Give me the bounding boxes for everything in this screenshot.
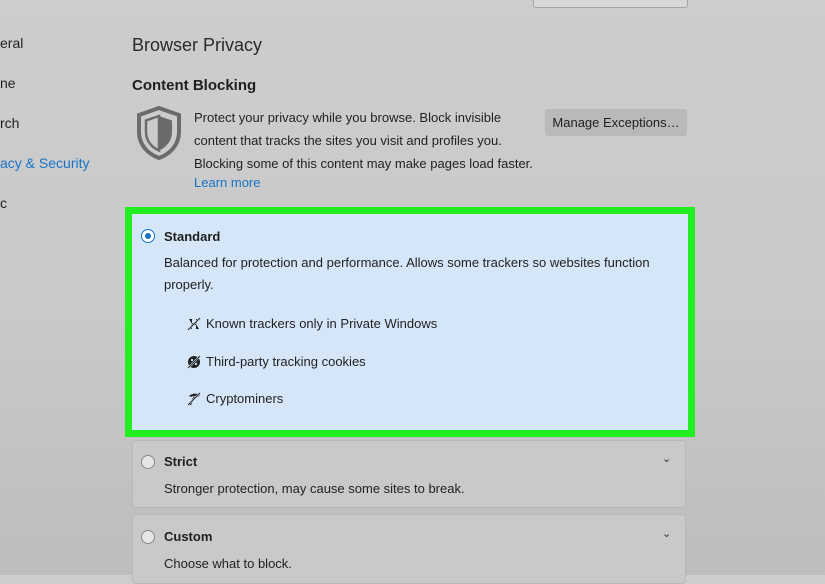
tracker-item-third-party-cookies: Third-party tracking cookies [187, 354, 366, 369]
chevron-down-icon[interactable]: ⌄ [662, 527, 671, 540]
cryptominer-icon [187, 391, 201, 406]
tracker-label: Known trackers only in Private Windows [206, 316, 438, 331]
tracker-label: Third-party tracking cookies [206, 354, 366, 369]
strict-radio[interactable] [141, 455, 155, 469]
tracker-label: Cryptominers [206, 391, 284, 406]
standard-description: Balanced for protection and performance.… [164, 252, 674, 296]
chevron-down-icon[interactable]: ⌄ [662, 452, 671, 465]
description-line: Blocking some of this content may make p… [194, 156, 533, 171]
tracker-item-cryptominers: Cryptominers [187, 391, 283, 406]
content-blocking-description: Protect your privacy while you browse. B… [194, 106, 539, 175]
sidebar-item-label: acy & Security [0, 155, 90, 171]
top-dropdown-box[interactable] [533, 0, 688, 8]
standard-radio[interactable] [141, 229, 155, 243]
custom-radio[interactable] [141, 530, 155, 544]
sidebar-item-label: c [0, 195, 7, 211]
standard-title: Standard [164, 229, 221, 244]
shield-icon [135, 105, 183, 161]
manage-exceptions-button[interactable]: Manage Exceptions… [545, 109, 687, 136]
learn-more-link[interactable]: Learn more [194, 175, 260, 190]
description-line: Protect your privacy while you browse. B… [194, 110, 502, 125]
sidebar-item-search[interactable]: rch [0, 115, 19, 131]
cookie-blocked-icon [187, 354, 201, 369]
page-title: Browser Privacy [132, 35, 263, 55]
custom-description: Choose what to block. [164, 556, 292, 571]
tracker-icon [187, 316, 201, 331]
section-heading-content-blocking: Content Blocking [132, 77, 257, 94]
sidebar-item-home[interactable]: ne [0, 75, 16, 91]
description-line: properly. [164, 277, 214, 292]
description-line: Balanced for protection and performance.… [164, 255, 650, 270]
custom-title: Custom [164, 529, 213, 544]
sidebar-item-label: rch [0, 115, 20, 131]
sidebar-item-sync[interactable]: c [0, 195, 7, 211]
sidebar-item-label: eral [0, 35, 24, 51]
sidebar-item-label: ne [0, 75, 16, 91]
sidebar-item-privacy-security[interactable]: acy & Security [0, 155, 89, 171]
sidebar-item-general[interactable]: eral [0, 35, 23, 51]
tracker-item-known-trackers: Known trackers only in Private Windows [187, 316, 437, 331]
description-line: content that tracks the sites you visit … [194, 133, 502, 148]
strict-title: Strict [164, 454, 198, 469]
strict-description: Stronger protection, may cause some site… [164, 481, 465, 496]
